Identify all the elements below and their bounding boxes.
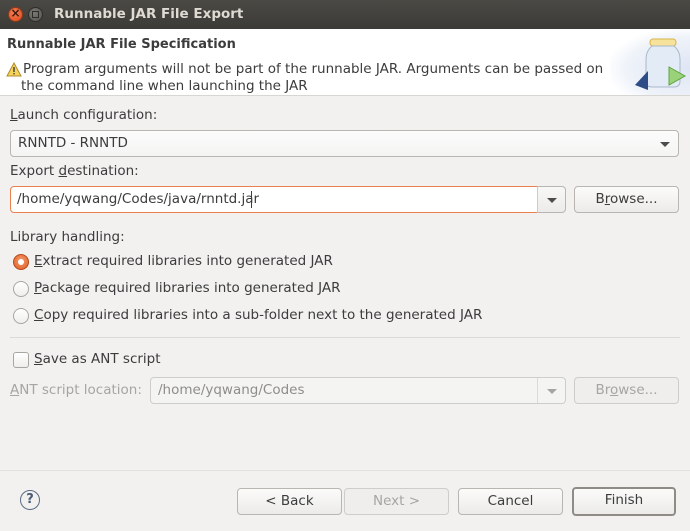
cancel-button[interactable]: Cancel — [458, 488, 563, 515]
warning-line-2: the command line when launching the JAR — [21, 78, 308, 94]
jar-export-icon — [635, 38, 687, 90]
export-destination-dropdown[interactable] — [537, 186, 566, 213]
close-icon[interactable] — [8, 6, 23, 22]
save-ant-script-label[interactable]: Save as ANT script — [34, 351, 161, 367]
finish-button[interactable]: Finish — [572, 487, 676, 516]
chevron-down-icon — [547, 389, 557, 394]
export-browse-button[interactable]: Browse... — [574, 186, 679, 213]
help-icon[interactable]: ? — [20, 490, 40, 510]
launch-configuration-value: RNNTD - RNNTD — [18, 135, 128, 151]
export-destination-value: /home/yqwang/Codes/java/rnntd.jar — [17, 191, 260, 207]
radio-extract-libraries[interactable] — [13, 254, 29, 270]
export-destination-label: Export destination: — [10, 163, 139, 179]
launch-configuration-select[interactable]: RNNTD - RNNTD — [10, 130, 679, 157]
text-caret — [251, 191, 252, 208]
window-title: Runnable JAR File Export — [54, 6, 244, 22]
warning-message: Program arguments will not be part of th… — [21, 61, 623, 95]
ant-script-location-label: ANT script location: — [10, 382, 142, 398]
ant-script-location-value: /home/yqwang/Codes — [158, 382, 305, 398]
warning-icon — [6, 62, 22, 77]
title-bar: Runnable JAR File Export — [0, 0, 690, 29]
radio-package-libraries[interactable] — [13, 281, 29, 297]
wizard-header: Runnable JAR File Specification Program … — [0, 29, 690, 96]
separator — [10, 337, 680, 338]
chevron-down-icon — [547, 198, 557, 203]
library-handling-label: Library handling: — [10, 229, 125, 245]
back-button[interactable]: < Back — [237, 488, 342, 515]
export-destination-input[interactable]: /home/yqwang/Codes/java/rnntd.jar — [10, 186, 538, 213]
radio-copy-libraries[interactable] — [13, 308, 29, 324]
save-ant-script-checkbox[interactable] — [13, 352, 29, 368]
next-button[interactable]: Next > — [344, 488, 449, 515]
page-title: Runnable JAR File Specification — [7, 37, 236, 52]
footer-separator — [0, 470, 690, 471]
radio-extract-libraries-label[interactable]: Extract required libraries into generate… — [34, 253, 333, 269]
warning-line-1: Program arguments will not be part of th… — [23, 61, 604, 77]
launch-configuration-label: Launch configuration: — [10, 107, 158, 123]
maximize-icon[interactable] — [28, 7, 43, 22]
ant-script-location-input[interactable]: /home/yqwang/Codes — [150, 377, 566, 404]
banner — [610, 29, 690, 95]
ant-browse-button[interactable]: Browse... — [574, 377, 679, 404]
chevron-down-icon — [660, 142, 670, 147]
radio-package-libraries-label[interactable]: Package required libraries into generate… — [34, 280, 340, 296]
radio-copy-libraries-label[interactable]: Copy required libraries into a sub-folde… — [34, 307, 482, 323]
combo-divider — [537, 378, 538, 403]
